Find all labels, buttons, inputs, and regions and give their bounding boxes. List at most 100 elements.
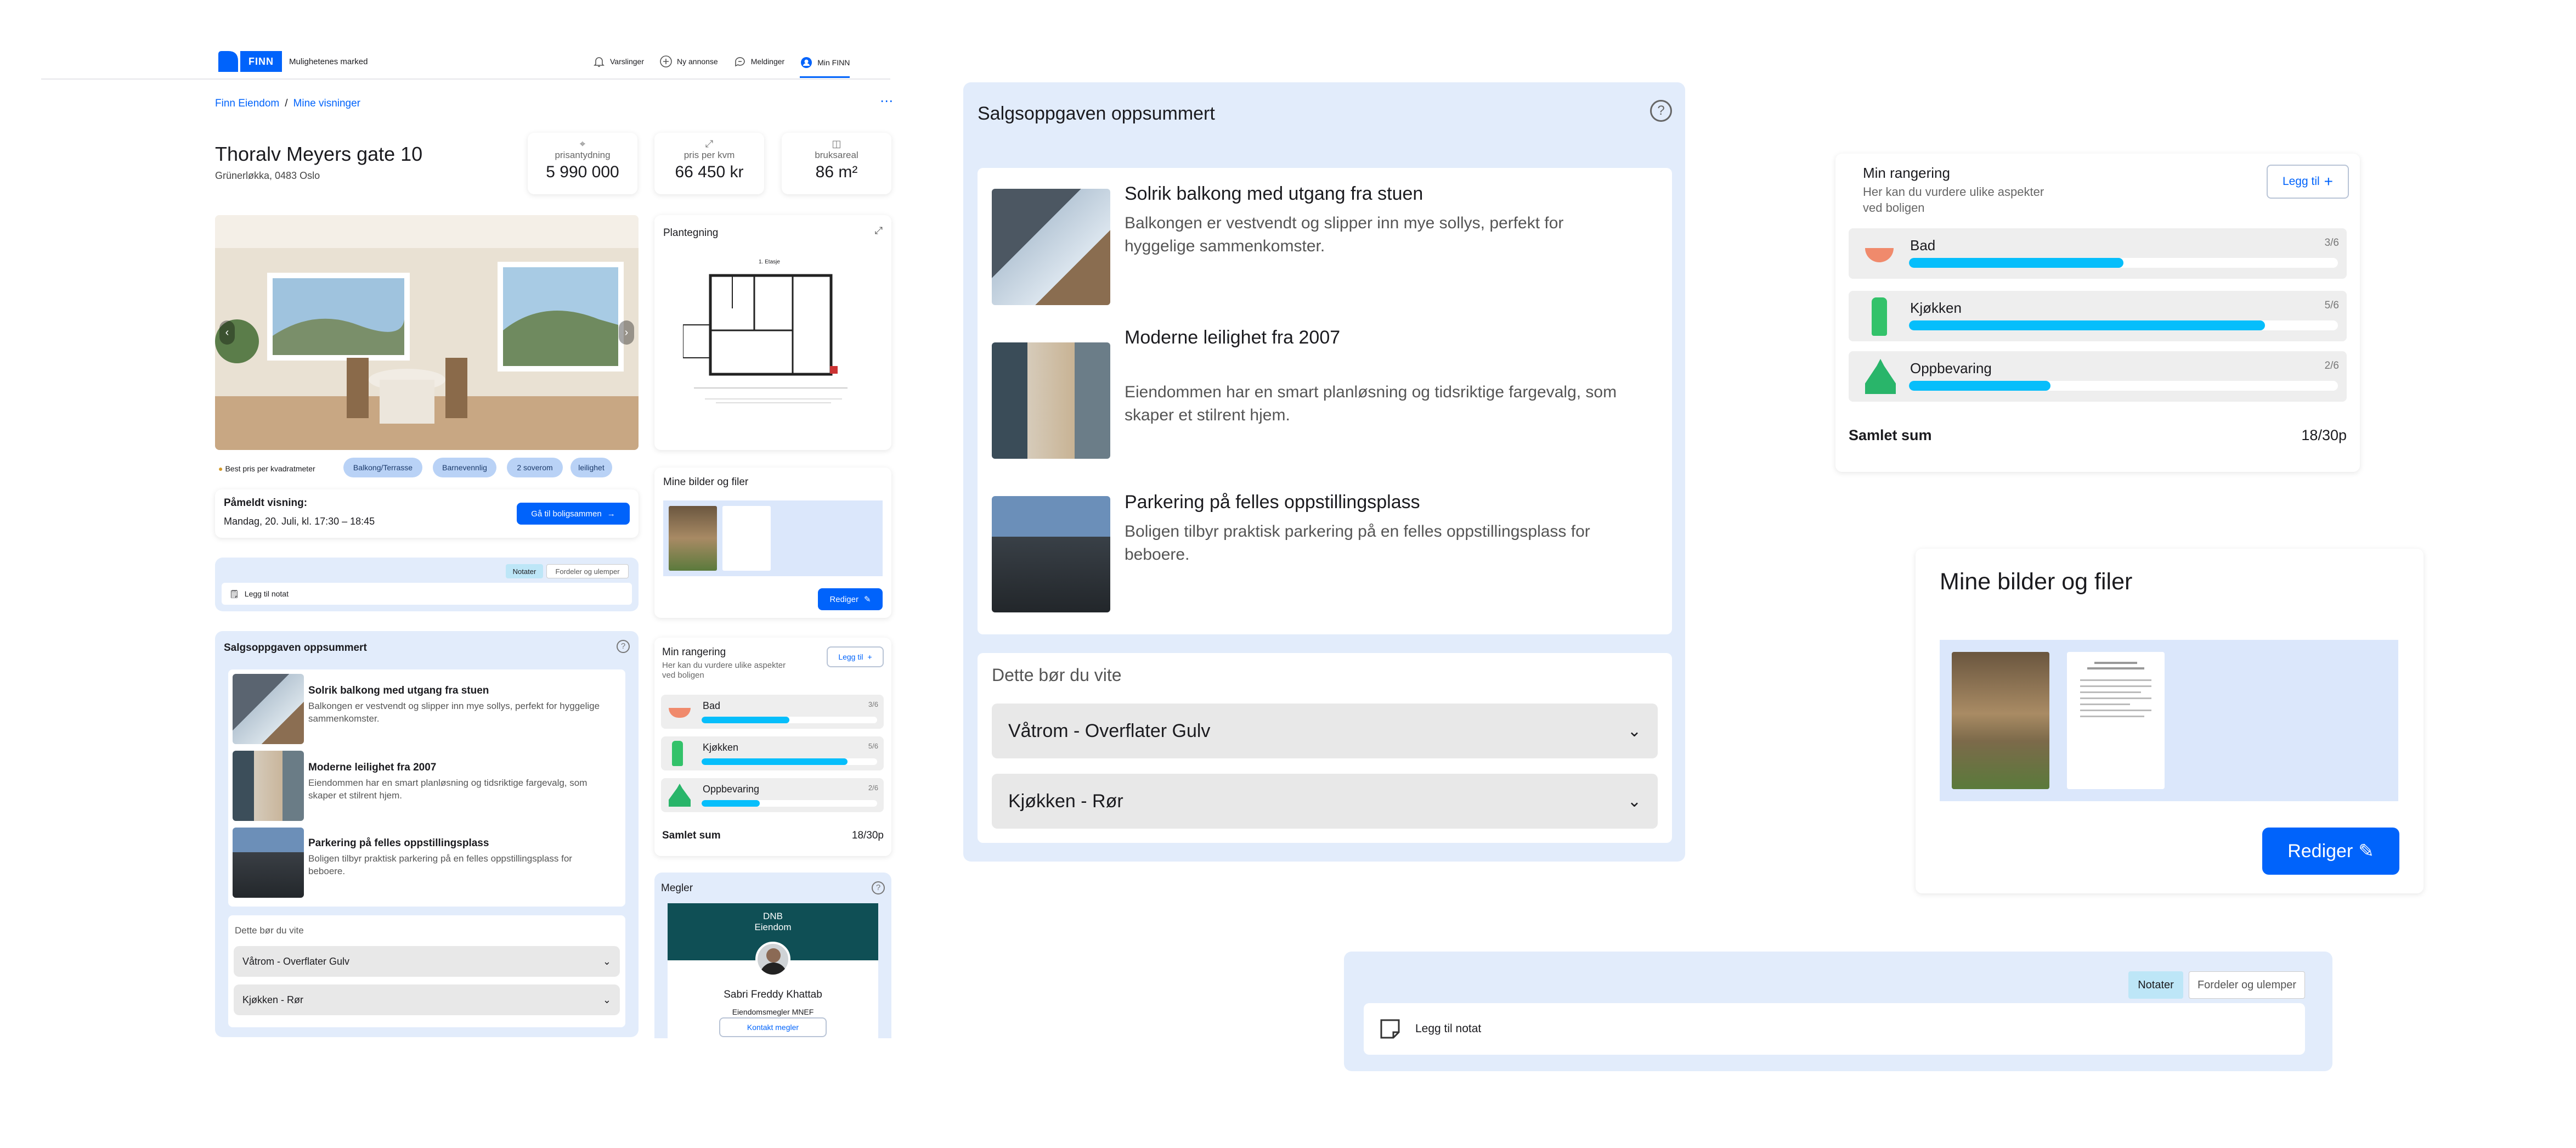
shed-photo[interactable] [1952, 652, 2049, 789]
viewing-card: Påmeldt visning: Mandag, 20. Juli, kl. 1… [215, 489, 639, 538]
floorplan-title: Plantegning [663, 227, 719, 239]
bottle-icon [672, 741, 683, 766]
floorplan-card: Plantegning ⤢ 1. Etasje [654, 215, 891, 450]
stat-pris-per-kvm: ⤢ pris per kvm 66 450 kr [654, 133, 764, 194]
button-label: Legg til [838, 652, 863, 661]
tab-notater[interactable]: Notater [506, 564, 543, 578]
ranking-subtitle: Her kan du vurdere ulike aspekter ved bo… [662, 661, 786, 680]
button-label: Gå til boligsammen [531, 509, 602, 519]
chat-icon [735, 57, 745, 67]
fullscreen-icon[interactable]: ⤢ [875, 225, 883, 237]
finn-logo-shape-icon [218, 51, 238, 72]
doc-line [2080, 704, 2130, 705]
plus-circle-icon [660, 55, 672, 67]
ranking-bar [702, 717, 789, 723]
doc-line [2087, 667, 2144, 669]
contact-broker-button[interactable]: Kontakt megler [719, 1017, 827, 1037]
shed-photo[interactable] [669, 506, 717, 571]
tab-fordeler[interactable]: Fordeler og ulemper [546, 564, 629, 578]
document-preview[interactable] [2067, 652, 2165, 789]
nav-min-finn[interactable]: Min FINN [800, 52, 850, 78]
finn-logo[interactable]: FINN [218, 51, 282, 72]
nav-label: Ny annonse [677, 57, 718, 66]
accordion-label: Våtrom - Overflater Gulv [242, 955, 350, 967]
nav-ny-annonse[interactable]: Ny annonse [659, 52, 718, 71]
nav-varslinger[interactable]: Varslinger [592, 52, 644, 71]
doc-line [2080, 697, 2151, 699]
floorplan-drawing [683, 274, 848, 403]
tag-best-price: ● Best pris per kvadratmeter [218, 460, 315, 477]
doc-line [2080, 691, 2141, 693]
breadcrumb-mine-visninger[interactable]: Mine visninger [293, 98, 361, 110]
summary-title: Salgsoppgaven oppsummert [224, 642, 367, 654]
summary-list: Solrik balkong med utgang fra stuen Balk… [228, 669, 625, 907]
accordion-kjokken[interactable]: Kjøkken - Rør ⌄ [992, 774, 1658, 829]
breadcrumb-finn-eiendom[interactable]: Finn Eiendom [215, 98, 279, 110]
ranking-label: Kjøkken [703, 742, 739, 753]
accordion-kjokken[interactable]: Kjøkken - Rør ⌄ [234, 984, 620, 1015]
nav-label: Min FINN [817, 58, 850, 67]
help-icon[interactable]: ? [872, 881, 885, 894]
button-label: Kontakt megler [747, 1023, 799, 1032]
ranking-row-kjokken: Kjøkken 5/6 [1849, 291, 2347, 341]
nav-label: Meldinger [750, 57, 785, 66]
accordion-label: Våtrom - Overflater Gulv [1008, 720, 1211, 741]
stat-bruksareal: ◫ bruksareal 86 m² [782, 133, 891, 194]
plus-icon: + [867, 652, 872, 661]
accordion-label: Kjøkken - Rør [242, 994, 304, 1005]
tag-chip: Balkong/Terrasse [343, 458, 422, 477]
boligsammen-button[interactable]: Gå til boligsammen → [517, 503, 630, 525]
finn-logo-text: FINN [238, 51, 282, 72]
accordion-vatrom[interactable]: Våtrom - Overflater Gulv ⌄ [992, 704, 1658, 758]
summary-item-title: Solrik balkong med utgang fra stuen [308, 685, 489, 696]
expand-icon: ⤢ [705, 138, 714, 149]
add-ranking-button-small[interactable]: Legg til + [827, 646, 884, 667]
summary-item-title: Moderne leilighet fra 2007 [1125, 327, 1341, 348]
bottle-icon [1872, 297, 1887, 336]
ranking-title: Min rangering [1863, 165, 1950, 181]
note-input[interactable]: 🗒 Legg til notat [222, 583, 632, 605]
parking-thumb [992, 496, 1110, 612]
files-card-large: Mine bilder og filer Rediger ✎ [1916, 549, 2424, 893]
more-menu-icon[interactable]: ⋯ [880, 93, 894, 109]
summary-item-text: Boligen tilbyr praktisk parkering på en … [1125, 522, 1590, 564]
note-input[interactable]: Legg til notat [1364, 1003, 2305, 1055]
nav-meldinger[interactable]: Meldinger [733, 52, 784, 71]
ranking-label: Oppbevaring [1910, 360, 1992, 376]
accordion-vatrom[interactable]: Våtrom - Overflater Gulv ⌄ [234, 946, 620, 977]
hanger-icon [669, 784, 691, 807]
ranking-label: Bad [703, 700, 721, 711]
photo-next-button[interactable]: › [619, 320, 634, 345]
help-icon[interactable]: ? [617, 640, 630, 653]
edit-button-large[interactable]: Rediger ✎ [2262, 828, 2399, 875]
chevron-down-icon: ⌄ [602, 994, 611, 1005]
ranking-row-kjokken: Kjøkken 5/6 [661, 736, 884, 770]
doc-line [2080, 685, 2151, 687]
apartment-thumb [233, 751, 304, 821]
document-preview[interactable] [722, 506, 771, 571]
summary-panel-small: Salgsoppgaven oppsummert ? Solrik balkon… [215, 631, 639, 1037]
arrow-right-icon: → [607, 509, 615, 519]
photo-prev-button[interactable]: ‹ [219, 320, 235, 345]
bathtub-icon [669, 708, 691, 718]
apartment-thumb [992, 342, 1110, 459]
button-label: Rediger [2287, 840, 2353, 862]
tab-fordeler[interactable]: Fordeler og ulemper [2189, 971, 2305, 999]
balcony-thumb [233, 674, 304, 744]
note-icon [1380, 1019, 1400, 1039]
know-section: Dette bør du vite Våtrom - Overflater Gu… [228, 915, 625, 1027]
tab-notater[interactable]: Notater [2128, 971, 2183, 999]
ranking-total-label: Samlet sum [662, 830, 721, 841]
bathtub-icon [1865, 248, 1894, 262]
edit-button-small[interactable]: Rediger ✎ [818, 588, 883, 610]
pencil-icon: ✎ [863, 595, 871, 604]
viewing-time: Mandag, 20. Juli, kl. 17:30 – 18:45 [224, 516, 375, 527]
tag-label: Best pris per kvadratmeter [225, 464, 315, 473]
add-ranking-button-large[interactable]: Legg til + [2267, 165, 2349, 199]
listing-photo[interactable]: ‹ › [215, 215, 639, 450]
stat-prisantydning: ⌖ prisantydning 5 990 000 [528, 133, 637, 194]
help-icon[interactable]: ? [1650, 100, 1672, 122]
ranking-score: 3/6 [868, 700, 878, 708]
doc-line [2080, 679, 2151, 681]
chevron-down-icon: ⌄ [1627, 722, 1641, 740]
